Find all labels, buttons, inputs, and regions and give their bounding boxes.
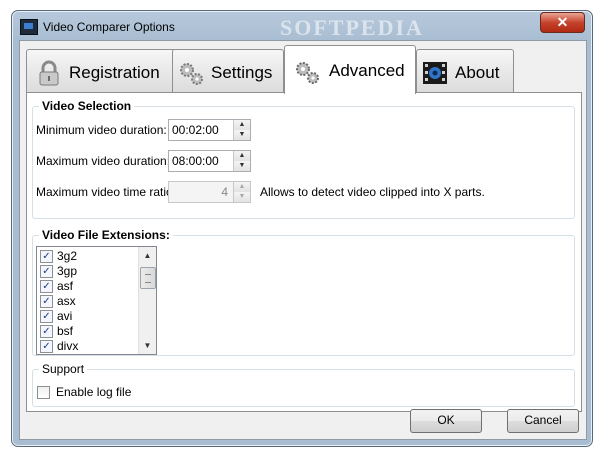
tab-label: Registration xyxy=(69,63,160,82)
advanced-panel: Video Selection Minimum video duration: … xyxy=(26,92,582,412)
extensions-list[interactable]: ✓ 3g2 ✓ 3gp ✓ asf ✓ asx ✓ avi ✓ bsf ✓ divx ▲ ▼ xyxy=(36,246,157,355)
close-icon: ✕ xyxy=(556,14,569,30)
tab-label: Settings xyxy=(211,63,273,82)
extension-checkbox[interactable]: ✓ xyxy=(40,280,53,293)
gears-icon xyxy=(180,63,203,85)
max-ratio-stepper: 4 ▲ ▼ xyxy=(168,181,251,203)
enable-log-checkbox[interactable] xyxy=(37,386,50,399)
extension-label: divx xyxy=(57,339,79,353)
max-ratio-value: 4 xyxy=(221,185,228,199)
tab-about[interactable]: About xyxy=(416,49,514,92)
group-title: Video File Extensions: xyxy=(39,228,173,242)
max-duration-value: 08:00:00 xyxy=(172,154,219,168)
spin-down-icon[interactable]: ▼ xyxy=(234,130,250,140)
max-ratio-label: Maximum video time ratio: xyxy=(36,185,177,199)
group-title: Support xyxy=(39,362,88,376)
enable-log-label: Enable log file xyxy=(56,385,132,399)
extension-checkbox[interactable]: ✓ xyxy=(40,250,53,263)
window-title: Video Comparer Options xyxy=(43,20,175,34)
list-scrollbar[interactable]: ▲ ▼ xyxy=(138,247,156,354)
extension-label: asx xyxy=(57,294,76,308)
max-ratio-hint: Allows to detect video clipped into X pa… xyxy=(260,185,485,199)
extension-label: asf xyxy=(57,279,74,293)
watermark: SOFTPEDIA xyxy=(280,15,424,40)
tab-label: About xyxy=(455,63,500,82)
extension-label: bsf xyxy=(57,324,74,338)
film-icon xyxy=(423,62,447,84)
extension-checkbox[interactable]: ✓ xyxy=(40,325,53,338)
tab-advanced[interactable]: Advanced xyxy=(284,45,416,94)
app-icon xyxy=(20,19,38,35)
extension-checkbox[interactable]: ✓ xyxy=(40,265,53,278)
tab-registration[interactable]: Registration xyxy=(26,49,176,92)
lock-icon xyxy=(39,60,59,86)
tab-label: Advanced xyxy=(329,61,405,80)
min-duration-label: Minimum video duration: xyxy=(36,123,167,137)
spin-down-icon[interactable]: ▼ xyxy=(234,161,250,171)
video-selection-group: Video Selection Minimum video duration: … xyxy=(32,99,575,219)
extension-checkbox[interactable]: ✓ xyxy=(40,310,53,323)
scroll-up-icon[interactable]: ▲ xyxy=(139,247,156,264)
extension-checkbox[interactable]: ✓ xyxy=(40,340,53,353)
group-title: Video Selection xyxy=(39,99,135,113)
support-group: Support Enable log file xyxy=(32,362,575,407)
scroll-thumb[interactable] xyxy=(140,267,156,289)
max-duration-stepper[interactable]: 08:00:00 ▲ ▼ xyxy=(168,150,251,172)
tab-strip: Registration Settings Advanced About xyxy=(26,45,582,94)
gears-icon xyxy=(296,62,319,84)
scroll-down-icon[interactable]: ▼ xyxy=(139,337,156,354)
ok-button[interactable]: OK xyxy=(410,409,482,433)
dialog-client-area: Registration Settings Advanced About Vid… xyxy=(19,40,587,440)
cancel-button[interactable]: Cancel xyxy=(507,409,579,433)
close-button[interactable]: ✕ xyxy=(540,12,585,33)
tab-settings[interactable]: Settings xyxy=(172,49,284,92)
min-duration-stepper[interactable]: 00:02:00 ▲ ▼ xyxy=(168,119,251,141)
extension-label: 3g2 xyxy=(57,249,78,263)
extension-label: avi xyxy=(57,309,73,323)
extensions-group: Video File Extensions: ✓ 3g2 ✓ 3gp ✓ asf ✓ asx ✓… xyxy=(32,228,575,356)
max-duration-label: Maximum video duration: xyxy=(36,154,171,168)
options-window: Video Comparer Options SOFTPEDIA ✕ Regis… xyxy=(11,10,593,447)
extension-checkbox[interactable]: ✓ xyxy=(40,295,53,308)
title-bar[interactable]: Video Comparer Options SOFTPEDIA ✕ xyxy=(12,11,592,41)
spin-down-icon: ▼ xyxy=(234,192,250,202)
extension-label: 3gp xyxy=(57,264,78,278)
min-duration-value: 00:02:00 xyxy=(172,123,219,137)
